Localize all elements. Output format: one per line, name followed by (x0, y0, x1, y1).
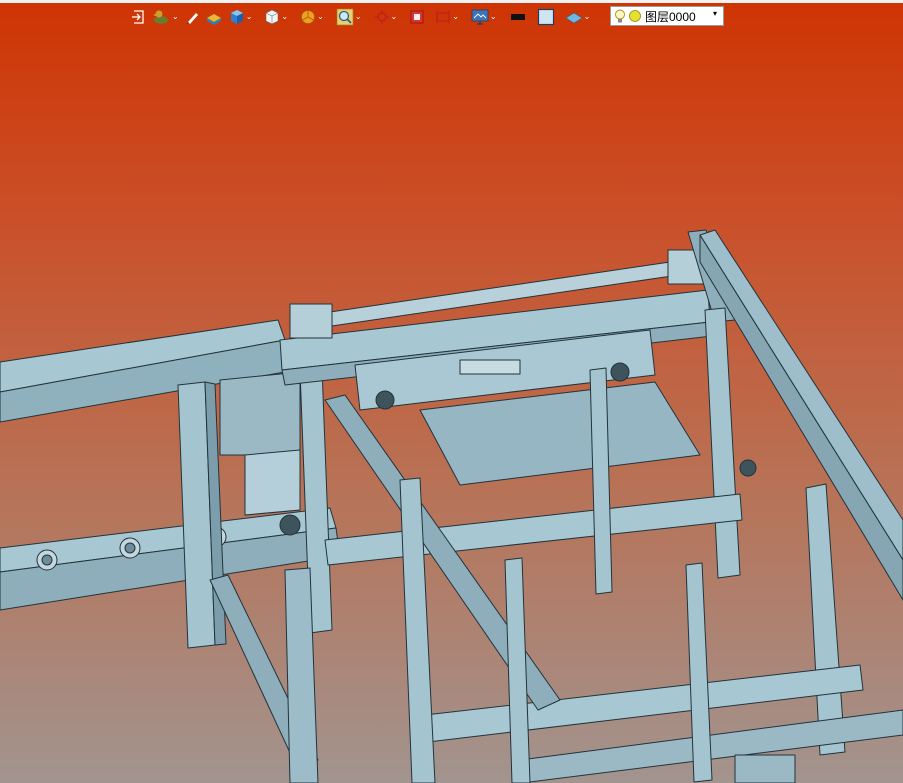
cube-white-icon[interactable]: ⌄ (263, 7, 289, 27)
dimension-dropdown-icon[interactable]: ⌄ (452, 13, 459, 21)
monitor-icon[interactable]: ⌄ (470, 7, 498, 27)
layer-select[interactable]: 图层0000 ▾ (610, 6, 724, 26)
3d-viewport[interactable] (0, 0, 903, 783)
duck-icon[interactable]: ⌄ (152, 7, 180, 27)
cube-blue-dropdown-icon[interactable]: ⌄ (246, 13, 253, 21)
dimension-icon[interactable]: ⌄ (434, 7, 460, 27)
layer-plane-icon[interactable]: ⌄ (564, 7, 592, 27)
middle-cross-beam (324, 493, 743, 566)
frame-icon[interactable] (408, 7, 426, 27)
cube-white-dropdown-icon[interactable]: ⌄ (281, 13, 288, 21)
view-toolbar: ⌄ ⌄ ⌄ ⌄ ⌄ ⌄ ⌄ ⌄ ⌄ (130, 6, 591, 28)
pie-dropdown-icon[interactable]: ⌄ (317, 13, 324, 21)
layer-box-icon[interactable] (204, 7, 224, 27)
zoom-dropdown-icon[interactable]: ⌄ (355, 13, 362, 21)
color-box-icon[interactable] (536, 7, 556, 27)
monitor-dropdown-icon[interactable]: ⌄ (490, 13, 497, 21)
pen-icon[interactable] (184, 7, 200, 27)
pie-icon[interactable]: ⌄ (299, 7, 325, 27)
layer-select-value: 图层0000 (645, 9, 696, 24)
layer-plane-dropdown-icon[interactable]: ⌄ (584, 13, 591, 21)
exit-icon[interactable] (130, 7, 148, 27)
right-front-post (805, 483, 846, 756)
zoom-icon[interactable]: ⌄ (335, 7, 363, 27)
cube-blue-icon[interactable]: ⌄ (228, 7, 254, 27)
layer-select-arrow-icon[interactable]: ▾ (713, 9, 717, 18)
lightbulb-icon[interactable] (614, 9, 626, 24)
layer-color-icon[interactable] (628, 9, 642, 23)
color-black-icon[interactable] (508, 7, 528, 27)
rotate-icon[interactable]: ⌄ (373, 7, 399, 27)
rotate-dropdown-icon[interactable]: ⌄ (391, 13, 398, 21)
duck-dropdown-icon[interactable]: ⌄ (172, 13, 179, 21)
